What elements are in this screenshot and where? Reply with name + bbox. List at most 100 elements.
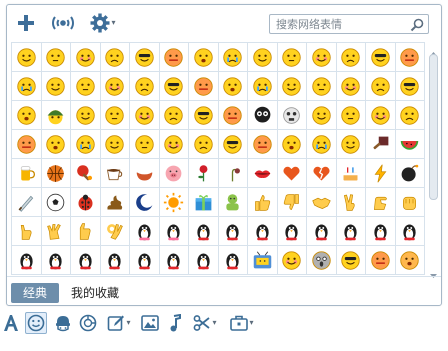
penguin-love-emoji-icon[interactable] (100, 246, 130, 275)
cool-glasses-emoji-icon[interactable] (71, 72, 101, 101)
penguin-wave-emoji-icon[interactable] (336, 217, 366, 246)
giggle-emoji-icon[interactable] (189, 72, 219, 101)
emoji-icon[interactable] (25, 312, 47, 334)
dizzy-emoji-icon[interactable] (189, 101, 219, 130)
sun-emoji-icon[interactable] (159, 188, 189, 217)
torment-emoji-icon[interactable] (218, 101, 248, 130)
couple-kiss-emoji-icon[interactable] (159, 217, 189, 246)
ok-emoji-icon[interactable] (100, 217, 130, 246)
penguin-right-emoji-icon[interactable] (218, 246, 248, 275)
cute-emoji-icon[interactable] (218, 72, 248, 101)
coffee-emoji-icon[interactable] (100, 159, 130, 188)
frown-emoji-icon[interactable] (336, 246, 366, 275)
struggle-emoji-icon[interactable] (71, 101, 101, 130)
look-up-emoji-icon[interactable] (366, 246, 396, 275)
knife-emoji-icon[interactable] (12, 188, 42, 217)
grin-emoji-icon[interactable] (395, 43, 425, 72)
magnifier-icon[interactable] (409, 17, 425, 32)
tv-head-emoji-icon[interactable] (248, 246, 278, 275)
moon-emoji-icon[interactable] (130, 188, 160, 217)
cake-emoji-icon[interactable] (336, 159, 366, 188)
bye-emoji-icon[interactable] (307, 101, 337, 130)
sweat-drop-emoji-icon[interactable] (395, 72, 425, 101)
sly-emoji-icon[interactable] (248, 130, 278, 159)
weep-emoji-icon[interactable] (277, 43, 307, 72)
proud-emoji-icon[interactable] (277, 72, 307, 101)
sad-emoji-icon[interactable] (41, 72, 71, 101)
penguin-kiss-emoji-icon[interactable] (130, 246, 160, 275)
more-icon[interactable]: ▾ (227, 313, 257, 333)
vomit-emoji-icon[interactable] (159, 72, 189, 101)
surprise-emoji-icon[interactable] (12, 72, 42, 101)
cry-emoji-icon[interactable] (159, 43, 189, 72)
grievance-emoji-icon[interactable] (189, 130, 219, 159)
rice-emoji-icon[interactable] (130, 159, 160, 188)
wipe-sweat-emoji-icon[interactable] (336, 101, 366, 130)
melon-emoji-icon[interactable] (395, 130, 425, 159)
lips-emoji-icon[interactable] (248, 159, 278, 188)
penguin-spin-emoji-icon[interactable] (277, 217, 307, 246)
laugh-emoji-icon[interactable] (12, 101, 42, 130)
basketball-emoji-icon[interactable] (41, 159, 71, 188)
sleepy-emoji-icon[interactable] (336, 72, 366, 101)
love-you-emoji-icon[interactable] (41, 217, 71, 246)
clap-emoji-icon[interactable] (395, 101, 425, 130)
embarrassed-emoji-icon[interactable] (12, 130, 42, 159)
penguin-kowtow-emoji-icon[interactable] (366, 217, 396, 246)
penguin-taichi-emoji-icon[interactable] (159, 246, 189, 275)
despise-emoji-icon[interactable] (159, 130, 189, 159)
thumbs-up-emoji-icon[interactable] (248, 188, 278, 217)
search-box[interactable] (269, 14, 429, 34)
gift-emoji-icon[interactable] (189, 188, 219, 217)
scroll-down-arrow-icon[interactable] (428, 266, 439, 278)
snicker-emoji-icon[interactable] (41, 130, 71, 159)
pick-nose-emoji-icon[interactable] (366, 101, 396, 130)
cool-emoji-icon[interactable] (130, 43, 160, 72)
daze-emoji-icon[interactable] (100, 43, 130, 72)
pitiful-emoji-icon[interactable] (336, 130, 366, 159)
smile-emoji-icon[interactable] (12, 43, 42, 72)
vip-emoji-icon[interactable] (53, 313, 73, 333)
zip-emoji-icon[interactable] (218, 43, 248, 72)
plus-icon[interactable] (16, 14, 36, 32)
tongue-emoji-icon[interactable] (366, 43, 396, 72)
scream-emoji-icon[interactable] (307, 246, 337, 275)
heart-eyes-emoji-icon[interactable] (71, 43, 101, 72)
search-input[interactable] (270, 15, 406, 33)
penguin-jump-rope-emoji-icon[interactable] (12, 246, 42, 275)
fright-emoji-icon[interactable] (366, 72, 396, 101)
sigh-emoji-icon[interactable] (395, 246, 425, 275)
scrollbar[interactable] (428, 43, 439, 278)
victory-emoji-icon[interactable] (336, 188, 366, 217)
kiss-emoji-icon[interactable] (277, 130, 307, 159)
beer-emoji-icon[interactable] (12, 159, 42, 188)
screenshot-icon[interactable]: ▾ (190, 313, 220, 333)
penguin-shiver-emoji-icon[interactable] (218, 217, 248, 246)
awkward-emoji-icon[interactable] (307, 43, 337, 72)
tab-classic[interactable]: 经典 (11, 283, 59, 303)
penguin-dance-2-emoji-icon[interactable] (71, 246, 101, 275)
ping-pong-emoji-icon[interactable] (71, 159, 101, 188)
scare-emoji-icon[interactable] (307, 130, 337, 159)
hug-emoji-icon[interactable] (218, 188, 248, 217)
scrollbar-thumb[interactable] (429, 54, 438, 200)
skull-emoji-icon[interactable] (248, 101, 278, 130)
rose-emoji-icon[interactable] (189, 159, 219, 188)
football-emoji-icon[interactable] (41, 188, 71, 217)
lightning-emoji-icon[interactable] (366, 159, 396, 188)
roll-eyes-emoji-icon[interactable] (248, 72, 278, 101)
ladybug-emoji-icon[interactable] (71, 188, 101, 217)
couple-emoji-icon[interactable] (130, 217, 160, 246)
shh-emoji-icon[interactable] (159, 101, 189, 130)
crazy-emoji-icon[interactable] (130, 72, 160, 101)
sweat-emoji-icon[interactable] (100, 72, 130, 101)
curse-emoji-icon[interactable] (100, 101, 130, 130)
sleep-emoji-icon[interactable] (248, 43, 278, 72)
tear-emoji-icon[interactable] (218, 130, 248, 159)
penguin-flag-emoji-icon[interactable] (41, 246, 71, 275)
penguin-turn-emoji-icon[interactable] (395, 217, 425, 246)
broken-heart-emoji-icon[interactable] (307, 159, 337, 188)
wilt-emoji-icon[interactable] (218, 159, 248, 188)
hungry-emoji-icon[interactable] (307, 72, 337, 101)
tab-my-favorites[interactable]: 我的收藏 (67, 283, 123, 303)
